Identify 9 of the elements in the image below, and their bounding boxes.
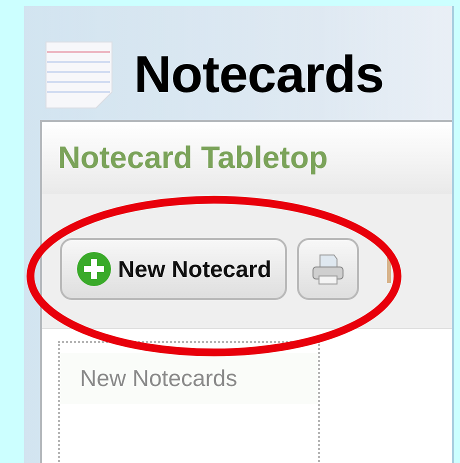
app-title: Notecards — [134, 45, 384, 105]
print-button[interactable] — [297, 238, 360, 300]
column-heading: New Notecards — [60, 353, 318, 404]
plus-icon — [76, 251, 112, 287]
new-notecard-button[interactable]: New Notecard — [60, 238, 288, 300]
notecard-icon — [44, 40, 114, 110]
toolbar-separator — [387, 255, 392, 283]
printer-icon — [311, 252, 346, 286]
panel-title: Notecard Tabletop — [58, 140, 329, 176]
